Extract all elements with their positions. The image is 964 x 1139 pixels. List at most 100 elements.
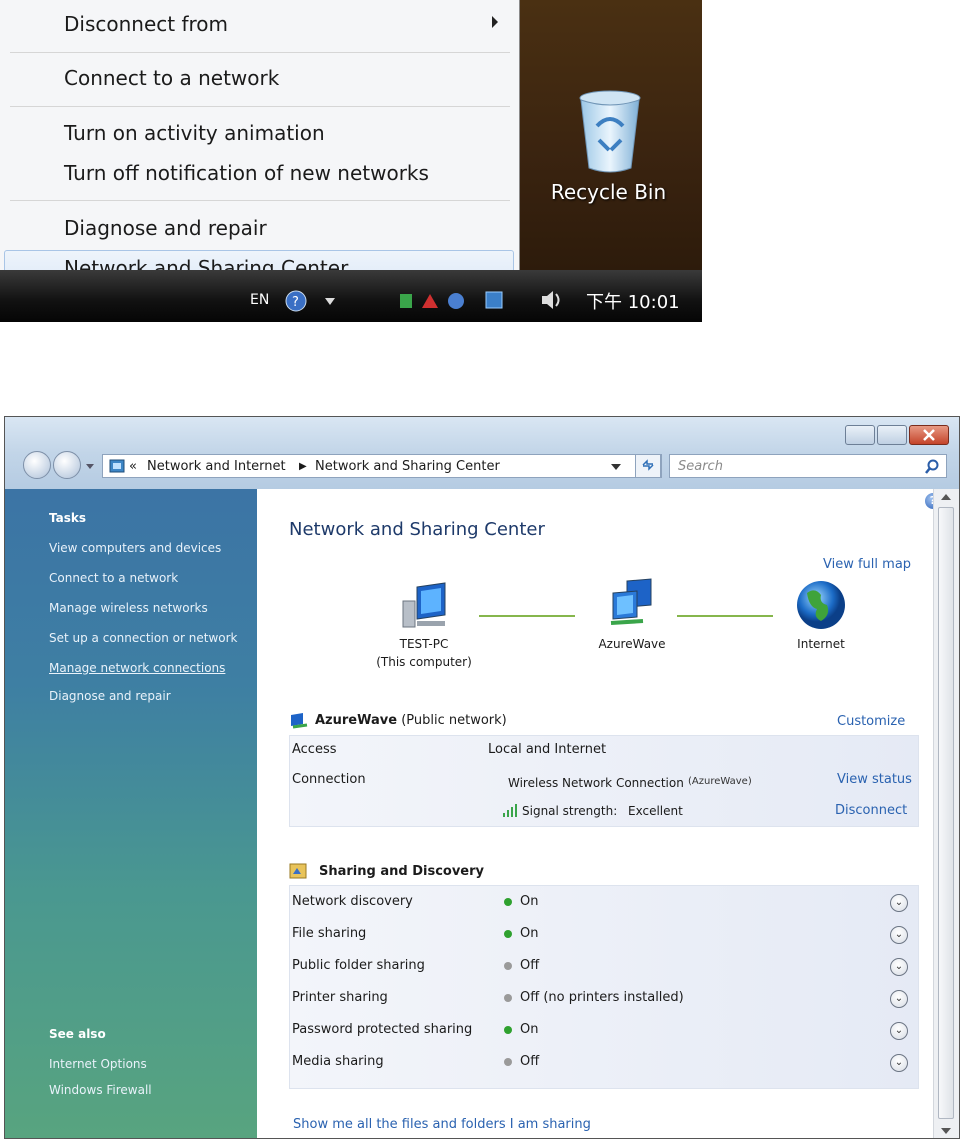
expand-network-discovery-button[interactable]: ⌄ <box>890 894 908 912</box>
status-off-icon <box>504 993 512 1002</box>
refresh-button[interactable] <box>635 454 661 478</box>
window-frame: « Network and Internet ▶ Network and Sha… <box>5 417 959 489</box>
file-sharing-label: File sharing <box>292 926 367 941</box>
menu-separator <box>10 200 510 201</box>
language-indicator[interactable]: EN <box>250 292 269 308</box>
view-status-link[interactable]: View status <box>837 772 912 787</box>
clock[interactable]: 下午 10:01 <box>586 288 680 314</box>
access-label: Access <box>292 742 337 757</box>
expand-public-folder-button[interactable]: ⌄ <box>890 958 908 976</box>
signal-strength-label: Signal strength: <box>522 804 618 818</box>
connection-line <box>479 615 575 617</box>
tasks-heading: Tasks <box>49 511 87 525</box>
password-sharing-value: On <box>520 1022 539 1037</box>
view-full-map-link[interactable]: View full map <box>823 557 911 572</box>
maximize-button[interactable] <box>877 425 907 445</box>
status-off-icon <box>504 1057 512 1066</box>
internet-globe-icon[interactable] <box>795 579 847 631</box>
sidebar-item-connect-network[interactable]: Connect to a network <box>49 571 178 585</box>
expand-password-sharing-button[interactable]: ⌄ <box>890 1022 908 1040</box>
connection-ssid: (AzureWave) <box>688 776 752 787</box>
expand-printer-sharing-button[interactable]: ⌄ <box>890 990 908 1008</box>
svg-text:?: ? <box>292 295 299 310</box>
internet-label: Internet <box>797 637 845 651</box>
media-sharing-value: Off <box>520 1054 540 1069</box>
computer-icon[interactable] <box>399 581 449 631</box>
signal-strength-value: Excellent <box>628 804 683 818</box>
signal-strength-icon <box>503 804 517 817</box>
network-sharing-center-window: « Network and Internet ▶ Network and Sha… <box>4 416 960 1139</box>
sharing-heading: Sharing and Discovery <box>319 864 485 879</box>
public-folder-sharing-label: Public folder sharing <box>292 958 425 973</box>
chevron-down-icon[interactable] <box>325 296 335 306</box>
help-icon[interactable]: ? <box>285 290 307 312</box>
sidebar-item-setup-connection[interactable]: Set up a connection or network <box>49 631 237 645</box>
context-menu-screenshot: Recycle Bin Disconnect from Connect to a… <box>0 0 702 322</box>
taskbar: EN ? 下午 10:01 <box>0 270 702 322</box>
show-shared-files-link[interactable]: Show me all the files and folders I am s… <box>293 1117 591 1132</box>
network-name: AzureWave <box>598 637 666 651</box>
printer-sharing-value: Off (no printers installed) <box>520 990 684 1005</box>
customize-link[interactable]: Customize <box>837 714 905 729</box>
search-field[interactable]: Search <box>669 454 947 478</box>
sharing-panel: Network discovery On ⌄ File sharing On ⌄… <box>289 885 919 1089</box>
see-also-heading: See also <box>49 1027 106 1041</box>
close-button[interactable] <box>909 425 949 445</box>
network-details-panel: Access Local and Internet Connection Wir… <box>289 735 919 827</box>
menu-separator <box>10 106 510 107</box>
page-title: Network and Sharing Center <box>289 519 545 540</box>
expand-file-sharing-button[interactable]: ⌄ <box>890 926 908 944</box>
breadcrumb-back-arrow[interactable]: « <box>129 459 137 474</box>
scroll-up-icon[interactable] <box>941 493 951 501</box>
refresh-icon <box>642 459 654 471</box>
vertical-scrollbar[interactable] <box>933 489 959 1138</box>
task-sidebar: Tasks View computers and devices Connect… <box>5 489 257 1138</box>
breadcrumb-network-sharing[interactable]: Network and Sharing Center <box>315 459 500 474</box>
sidebar-item-manage-wireless[interactable]: Manage wireless networks <box>49 601 208 615</box>
breadcrumb-network-internet[interactable]: Network and Internet <box>147 459 286 474</box>
network-folder-icon <box>109 459 125 473</box>
chevron-down-icon[interactable] <box>85 461 95 471</box>
sidebar-item-windows-firewall[interactable]: Windows Firewall <box>49 1083 152 1097</box>
status-on-icon <box>504 1025 512 1034</box>
sidebar-item-diagnose-repair[interactable]: Diagnose and repair <box>49 689 171 703</box>
network-name-heading: AzureWave <box>315 713 398 728</box>
sidebar-item-internet-options[interactable]: Internet Options <box>49 1057 147 1071</box>
scroll-down-icon[interactable] <box>941 1127 951 1135</box>
menu-item-diagnose-repair[interactable]: Diagnose and repair <box>64 216 267 240</box>
scroll-thumb[interactable] <box>938 507 954 1119</box>
forward-button[interactable] <box>53 451 81 479</box>
volume-icon[interactable] <box>540 288 562 312</box>
access-value: Local and Internet <box>488 742 607 757</box>
menu-item-notification-toggle[interactable]: Turn off notification of new networks <box>64 161 429 185</box>
menu-item-disconnect-from[interactable]: Disconnect from <box>64 12 228 36</box>
network-type: (Public network) <box>401 713 507 728</box>
expand-media-sharing-button[interactable]: ⌄ <box>890 1054 908 1072</box>
sidebar-item-view-computers[interactable]: View computers and devices <box>49 541 221 555</box>
menu-item-connect-to-network[interactable]: Connect to a network <box>64 66 279 90</box>
public-folder-sharing-value: Off <box>520 958 540 973</box>
menu-item-activity-animation[interactable]: Turn on activity animation <box>64 121 325 145</box>
computer-sub: (This computer) <box>376 655 472 669</box>
disconnect-link[interactable]: Disconnect <box>835 803 907 818</box>
minimize-button[interactable] <box>845 425 875 445</box>
status-on-icon <box>504 929 512 938</box>
network-icon <box>291 713 308 729</box>
back-button[interactable] <box>23 451 51 479</box>
menu-separator <box>10 52 510 53</box>
main-content: ? Network and Sharing Center View full m… <box>257 489 941 1138</box>
printer-sharing-label: Printer sharing <box>292 990 388 1005</box>
search-placeholder: Search <box>678 459 723 474</box>
recycle-bin-icon[interactable] <box>575 88 645 173</box>
address-bar[interactable]: « Network and Internet ▶ Network and Sha… <box>102 454 662 478</box>
tray-icons[interactable] <box>396 288 506 314</box>
network-icon[interactable] <box>605 577 657 631</box>
connection-label: Connection <box>292 772 366 787</box>
media-sharing-label: Media sharing <box>292 1054 384 1069</box>
connection-line <box>677 615 773 617</box>
search-icon[interactable] <box>924 459 940 475</box>
sidebar-item-manage-connections[interactable]: Manage network connections <box>49 661 225 675</box>
breadcrumb-separator-icon[interactable]: ▶ <box>299 461 307 472</box>
chevron-down-icon[interactable] <box>611 463 621 471</box>
close-icon <box>923 429 935 441</box>
